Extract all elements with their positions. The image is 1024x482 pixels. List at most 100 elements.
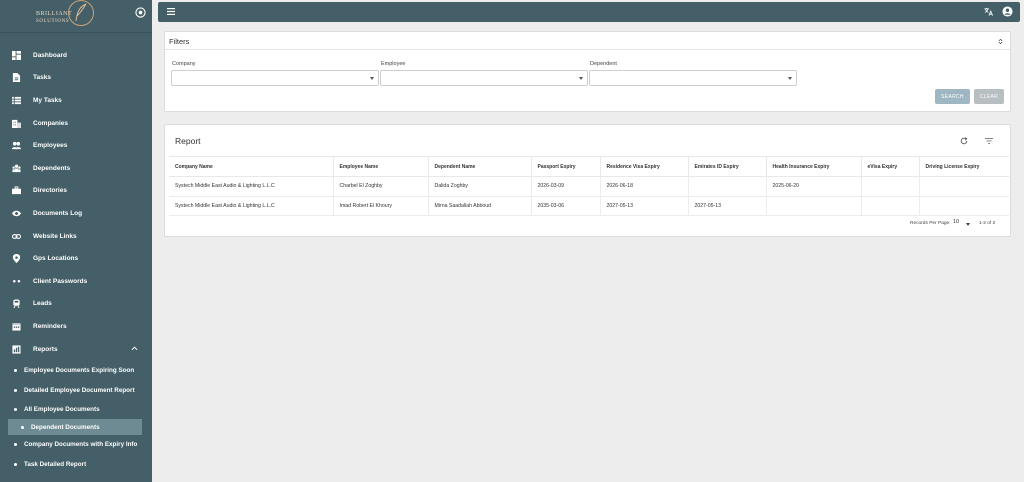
sidebar-nav: Dashboard Tasks My Tasks Companies Emplo…	[0, 44, 152, 360]
bullet-icon	[14, 388, 17, 392]
sidebar-item-reports[interactable]: Reports	[0, 338, 152, 361]
filter-list-icon[interactable]	[985, 138, 993, 144]
dependent-label: Dependent	[590, 61, 617, 67]
dashboard-icon	[12, 50, 21, 60]
logo-area: BRILLIANT SOLUTIONS	[0, 0, 152, 33]
sidebar-item-dashboard[interactable]: Dashboard	[0, 44, 152, 67]
table-cell: Systech Middle East Audio & Lighting L.L…	[169, 176, 334, 197]
collapse-icon[interactable]	[998, 39, 1003, 44]
search-button[interactable]: SEARCH	[935, 89, 970, 104]
table-row[interactable]: Systech Middle East Audio & Lighting L.L…	[169, 176, 1009, 197]
submenu-item-dependent-documents[interactable]: Dependent Documents	[8, 419, 142, 436]
table-cell: 2035-03-06	[531, 196, 601, 216]
column-header[interactable]: eVisa Expiry	[861, 156, 920, 177]
sidebar-item-dependents[interactable]: Dependents	[0, 157, 152, 180]
table-cell: 2027-05-13	[600, 196, 689, 216]
reports-submenu: Employee Documents Expiring Soon Detaile…	[0, 361, 152, 474]
eye-icon	[12, 210, 21, 217]
sidebar-item-website-links[interactable]: Website Links	[0, 225, 152, 248]
train-icon	[13, 299, 20, 309]
sidebar-item-my-tasks[interactable]: My Tasks	[0, 89, 152, 112]
list-icon	[12, 96, 21, 105]
submenu-item-company-documents[interactable]: Company Documents with Expiry Info	[0, 435, 152, 454]
company-label: Company	[172, 61, 196, 67]
table-cell	[766, 196, 862, 216]
dependent-select[interactable]	[589, 70, 797, 86]
password-icon: •••	[12, 277, 21, 286]
company-select[interactable]	[171, 70, 379, 86]
calendar-icon	[12, 323, 21, 331]
sidebar-item-directories[interactable]: Directories	[0, 180, 152, 203]
sidebar-item-client-passwords[interactable]: ••• Client Passwords	[0, 270, 152, 293]
sidebar-item-label: Website Links	[33, 232, 77, 240]
records-per-page-value: 10	[953, 219, 960, 225]
column-header[interactable]: Company Name	[169, 156, 334, 177]
column-header[interactable]: Health Insurance Expiry	[766, 156, 862, 177]
sidebar-item-label: Reports	[33, 345, 58, 353]
sidebar-item-label: Directories	[33, 187, 67, 195]
submenu-item-all-employee-documents[interactable]: All Employee Documents	[0, 400, 152, 419]
column-header[interactable]: Driving License Expiry	[919, 156, 1009, 177]
filters-header[interactable]: Filters	[165, 32, 1010, 50]
table-cell: 2025-06-20	[766, 176, 862, 197]
sidebar-toggle-icon[interactable]	[135, 7, 146, 18]
sidebar-item-label: Documents Log	[33, 209, 83, 217]
menu-icon[interactable]	[167, 8, 175, 15]
sidebar-item-reminders[interactable]: Reminders	[0, 315, 152, 338]
brand-name-line1: BRILLIANT	[36, 11, 73, 17]
table-cell: 2026-06-18	[600, 176, 689, 197]
svg-text:•••: •••	[12, 277, 21, 286]
table-cell	[861, 176, 920, 197]
sidebar-item-employees[interactable]: Employees	[0, 134, 152, 157]
bullet-icon	[21, 425, 24, 429]
records-per-page-select[interactable]: 10	[953, 219, 973, 228]
submenu-item-task-detailed-report[interactable]: Task Detailed Report	[0, 455, 152, 474]
caret-down-icon	[579, 77, 583, 80]
sidebar-item-leads[interactable]: Leads	[0, 293, 152, 316]
building-icon	[12, 119, 21, 128]
table-row[interactable]: Systech Middle East Audio & Lighting L.L…	[169, 196, 1009, 216]
table-cell	[861, 196, 920, 216]
records-per-page-label: Records Per Page:	[910, 221, 951, 226]
table-cell	[919, 176, 1009, 197]
caret-down-icon	[370, 77, 374, 80]
report-icon	[12, 344, 21, 354]
employee-select[interactable]	[380, 70, 588, 86]
translate-icon[interactable]	[984, 7, 993, 16]
sidebar: BRILLIANT SOLUTIONS Dashboard Tasks My T…	[0, 0, 152, 482]
chevron-up-icon[interactable]	[131, 346, 138, 351]
table-cell: Charbel El Zoghby	[333, 176, 429, 197]
column-header[interactable]: Dependent Name	[428, 156, 532, 177]
link-icon	[12, 233, 21, 239]
sidebar-item-tasks[interactable]: Tasks	[0, 67, 152, 90]
sidebar-item-label: Dependents	[33, 164, 71, 172]
employee-label: Employee	[381, 61, 406, 67]
sidebar-item-documents-log[interactable]: Documents Log	[0, 202, 152, 225]
sidebar-item-label: Employees	[33, 142, 68, 150]
sidebar-item-companies[interactable]: Companies	[0, 112, 152, 135]
table-cell	[688, 176, 767, 197]
column-header[interactable]: Passport Expiry	[531, 156, 601, 177]
submenu-item-expiring-soon[interactable]: Employee Documents Expiring Soon	[0, 361, 152, 380]
account-circle-icon[interactable]	[1002, 6, 1013, 17]
submenu-item-label: Task Detailed Report	[24, 460, 87, 468]
column-header[interactable]: Emirates ID Expiry	[688, 156, 767, 177]
column-header[interactable]: Residence Visa Expiry	[600, 156, 689, 177]
column-header[interactable]: Employee Name	[333, 156, 429, 177]
table-cell: Imad Robert El Khoury	[333, 196, 429, 216]
briefcase-icon	[12, 186, 21, 195]
submenu-item-label: Employee Documents Expiring Soon	[24, 367, 135, 375]
document-icon	[12, 73, 21, 83]
bullet-icon	[14, 443, 17, 447]
table-cell: Dalida Zoghby	[428, 176, 532, 197]
brand-name-line2: SOLUTIONS	[36, 19, 70, 24]
refresh-icon[interactable]	[960, 137, 968, 145]
people-icon	[12, 142, 21, 150]
sidebar-item-gps-locations[interactable]: Gps Locations	[0, 247, 152, 270]
sidebar-item-label: Companies	[33, 119, 69, 127]
filters-panel: Filters Company Employee Dependent SEARC…	[164, 31, 1011, 112]
submenu-item-detailed-employee-report[interactable]: Detailed Employee Document Report	[0, 380, 152, 399]
location-pin-icon	[12, 254, 21, 264]
bullet-icon	[14, 462, 17, 466]
clear-button[interactable]: CLEAR	[974, 89, 1004, 104]
